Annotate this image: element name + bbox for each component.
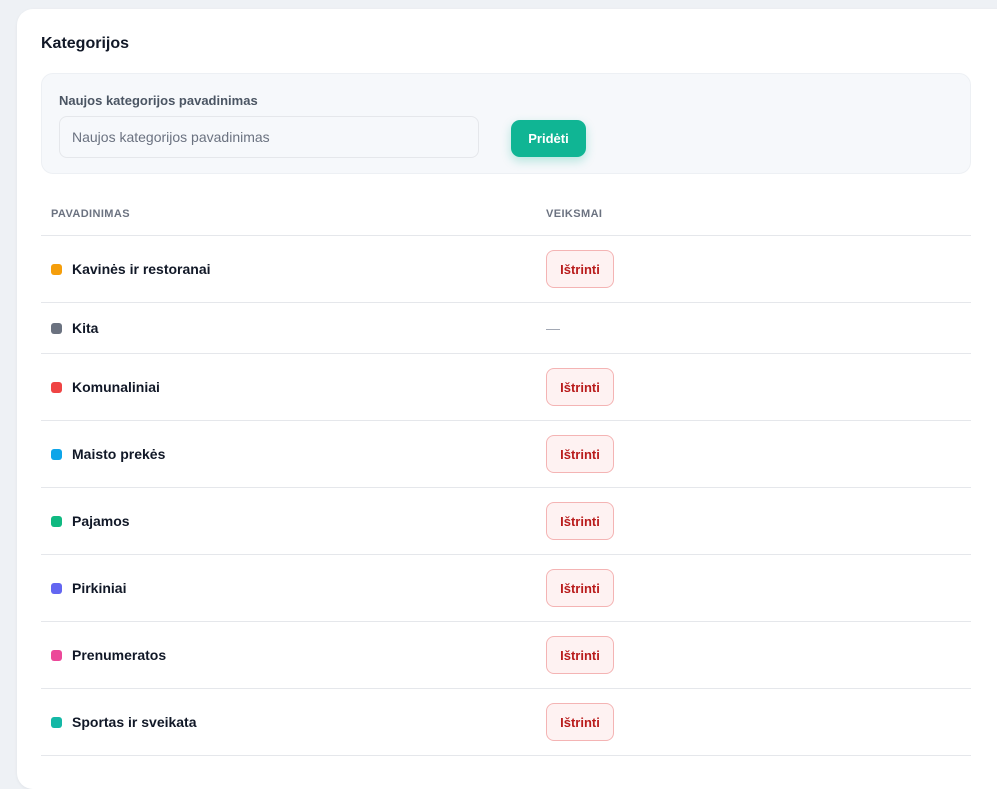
delete-button[interactable]: Ištrinti — [546, 636, 614, 674]
delete-button[interactable]: Ištrinti — [546, 368, 614, 406]
no-action-dash: — — [546, 320, 560, 336]
category-name: Pirkiniai — [72, 580, 127, 596]
table-header: PAVADINIMAS VEIKSMAI — [41, 197, 971, 236]
table-row: Komunaliniai Ištrinti — [41, 354, 971, 421]
category-color-dot — [51, 583, 62, 594]
table-row: Kita — — [41, 303, 971, 354]
table-row: Kavinės ir restoranai Ištrinti — [41, 236, 971, 303]
category-color-dot — [51, 264, 62, 275]
delete-button[interactable]: Ištrinti — [546, 502, 614, 540]
category-color-dot — [51, 449, 62, 460]
delete-button[interactable]: Ištrinti — [546, 703, 614, 741]
category-name: Komunaliniai — [72, 379, 160, 395]
category-color-dot — [51, 323, 62, 334]
category-color-dot — [51, 382, 62, 393]
page-title: Kategorijos — [41, 35, 130, 52]
delete-button[interactable]: Ištrinti — [546, 435, 614, 473]
table-row: Pajamos Ištrinti — [41, 488, 971, 555]
table-row: Prenumeratos Ištrinti — [41, 622, 971, 689]
delete-button[interactable]: Ištrinti — [546, 569, 614, 607]
table-row: Maisto prekės Ištrinti — [41, 421, 971, 488]
categories-card: Kategorijos Naujos kategorijos pavadinim… — [17, 9, 997, 789]
add-category-panel: Naujos kategorijos pavadinimas Pridėti — [41, 73, 971, 174]
delete-button[interactable]: Ištrinti — [546, 250, 614, 288]
category-name: Kita — [72, 320, 99, 336]
column-header-actions: VEIKSMAI — [546, 208, 603, 220]
new-category-input[interactable] — [59, 116, 479, 158]
table-row: Sportas ir sveikata Ištrinti — [41, 689, 971, 756]
category-name: Prenumeratos — [72, 647, 167, 663]
categories-table: PAVADINIMAS VEIKSMAI Kavinės ir restoran… — [41, 197, 971, 756]
category-name: Kavinės ir restoranai — [72, 261, 211, 277]
category-color-dot — [51, 717, 62, 728]
category-name: Sportas ir sveikata — [72, 714, 197, 730]
table-row: Pirkiniai Ištrinti — [41, 555, 971, 622]
category-name: Maisto prekės — [72, 446, 166, 462]
new-category-label: Naujos kategorijos pavadinimas — [59, 93, 258, 108]
category-name: Pajamos — [72, 513, 130, 529]
category-color-dot — [51, 516, 62, 527]
category-color-dot — [51, 650, 62, 661]
column-header-name: PAVADINIMAS — [51, 208, 130, 220]
add-category-button[interactable]: Pridėti — [511, 120, 586, 157]
